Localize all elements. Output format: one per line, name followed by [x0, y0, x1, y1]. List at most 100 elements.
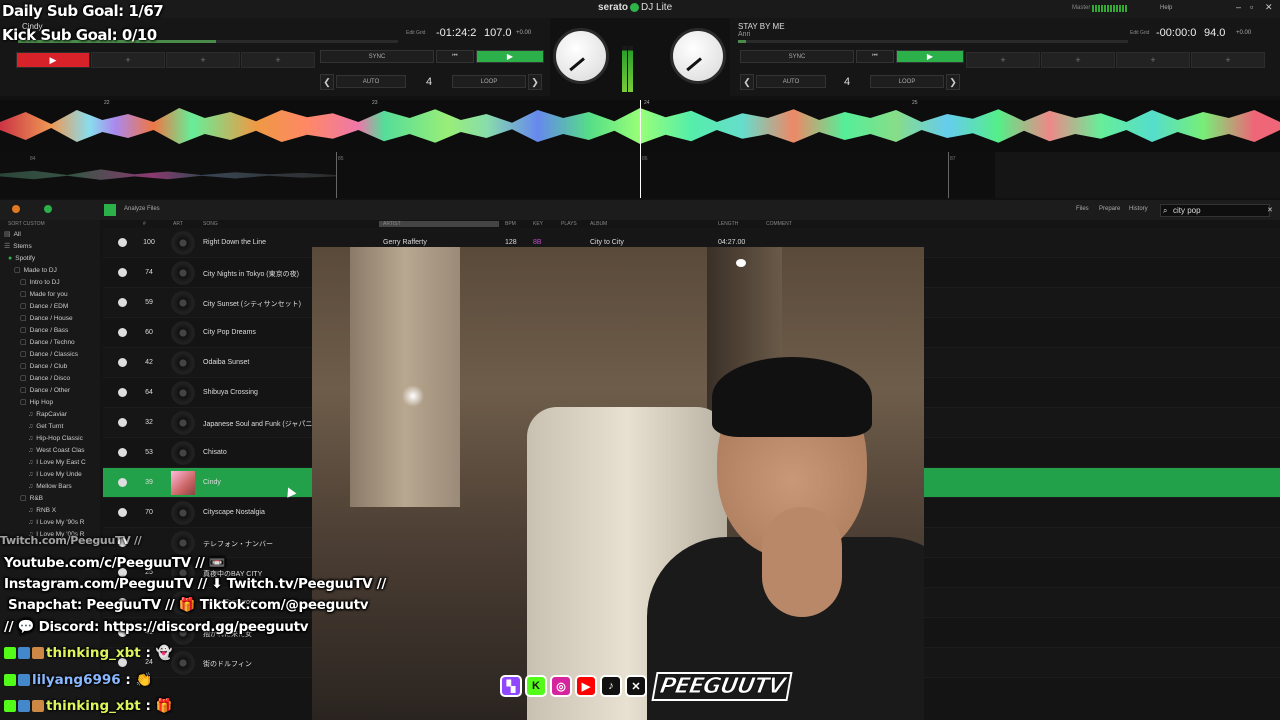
minimize-icon[interactable]: – [1236, 2, 1241, 12]
beat-line [336, 152, 337, 198]
sidebar-item[interactable]: ♫ RapCaviar [0, 408, 100, 420]
help-menu[interactable]: Help [1160, 5, 1172, 11]
sidebar-item[interactable]: ▢ Dance / Bass [0, 324, 100, 336]
cue-pad-3[interactable]: + [166, 52, 240, 68]
sidebar-item[interactable]: ♫ West Coast Clas [0, 444, 100, 456]
col-num[interactable]: # [143, 221, 146, 227]
add-crate-icon[interactable] [12, 205, 20, 213]
deck-left-play-button[interactable]: ▶ [476, 50, 544, 63]
deck-right-jog-knob[interactable] [670, 28, 726, 84]
deck-left-loop-left-button[interactable]: ❮ [320, 74, 334, 90]
sidebar-item[interactable]: ▢ Intro to DJ [0, 276, 100, 288]
sidebar-item[interactable]: ♫ Hip-Hop Classic [0, 432, 100, 444]
play-button-icon[interactable] [118, 478, 127, 487]
track-plays: 53 [145, 449, 153, 456]
deck-left-loop-right-button[interactable]: ❯ [528, 74, 542, 90]
sidebar-item[interactable]: ♫ I Love My East C [0, 456, 100, 468]
deck-left-loop-button[interactable]: LOOP [452, 75, 526, 88]
deck-right-edit-grid[interactable]: Edit Grid [1130, 30, 1149, 36]
deck-right-loop-left-button[interactable]: ❮ [740, 74, 754, 90]
close-icon[interactable]: ✕ [1265, 2, 1273, 13]
track-plays: 42 [145, 359, 153, 366]
col-song[interactable]: SONG [203, 221, 218, 227]
deck-right-loop-button[interactable]: LOOP [870, 75, 944, 88]
sidebar-item-label: RapCaviar [36, 410, 67, 418]
play-button-icon[interactable] [118, 358, 127, 367]
sidebar-item[interactable]: ▢ Made to DJ [0, 264, 100, 276]
deck-left-auto-button[interactable]: AUTO [336, 75, 406, 88]
play-button-icon[interactable] [118, 508, 127, 517]
crate-icon: ♫ [28, 446, 34, 454]
sidebar-item[interactable]: ♫ I Love My '90s R [0, 516, 100, 528]
analyze-files-button[interactable]: Analyze Files [124, 206, 160, 212]
sidebar-item[interactable]: ▢ Hip Hop [0, 396, 100, 408]
deck-left-jog-knob[interactable] [553, 28, 609, 84]
sidebar-item[interactable]: ▢ Dance / House [0, 312, 100, 324]
play-button-icon[interactable] [118, 298, 127, 307]
sidebar-item[interactable]: ▢ Dance / Disco [0, 372, 100, 384]
crate-icon: ▤ [4, 231, 11, 238]
kick-sub-goal: Kick Sub Goal: 0/10 [2, 26, 157, 44]
deck-left-prev-button[interactable]: ⏮ [436, 50, 474, 63]
crate-icon: ▢ [20, 363, 27, 370]
maximize-icon[interactable]: ▫ [1250, 2, 1253, 12]
col-comment[interactable]: COMMENT [766, 221, 792, 227]
cue-pad-2[interactable]: + [1041, 52, 1115, 68]
deck-right-prev-button[interactable]: ⏮ [856, 50, 894, 63]
playhead-marker [640, 100, 641, 152]
col-art[interactable]: ART [173, 221, 183, 227]
cue-pad-3[interactable]: + [1116, 52, 1190, 68]
sidebar-item[interactable]: ☰ Stems [0, 240, 100, 252]
add-smart-crate-icon[interactable] [44, 205, 52, 213]
sidebar-item[interactable]: ● Spotify [0, 252, 100, 264]
deck-left-sync-button[interactable]: SYNC [320, 50, 434, 63]
deck-left-edit-grid[interactable]: Edit Grid [406, 30, 425, 36]
deck-right-auto-button[interactable]: AUTO [756, 75, 826, 88]
clear-search-icon[interactable]: ✕ [1267, 206, 1273, 214]
sidebar-item[interactable]: ♫ RNB X [0, 504, 100, 516]
sidebar-item[interactable]: ▢ R&B [0, 492, 100, 504]
col-length[interactable]: LENGTH [718, 221, 738, 227]
col-key[interactable]: KEY [533, 221, 543, 227]
col-album[interactable]: ALBUM [590, 221, 607, 227]
deck-right-play-button[interactable]: ▶ [896, 50, 964, 63]
sidebar-item[interactable]: ▢ Dance / Classics [0, 348, 100, 360]
deck-right-progress[interactable] [738, 40, 1128, 43]
sidebar-item[interactable]: ▢ Dance / EDM [0, 300, 100, 312]
cue-pad-4[interactable]: + [1191, 52, 1265, 68]
col-plays[interactable]: PLAYS [561, 221, 577, 227]
col-artist[interactable]: ARTIST [379, 221, 499, 227]
play-button-icon[interactable] [118, 388, 127, 397]
cue-pad-1[interactable]: ▶ [16, 52, 90, 68]
sidebar-item[interactable]: ♫ Get Turnt [0, 420, 100, 432]
sidebar-item[interactable]: ♫ Mellow Bars [0, 480, 100, 492]
play-button-icon[interactable] [118, 268, 127, 277]
search-input[interactable]: ⌕ city pop [1160, 204, 1270, 217]
cue-pad-1[interactable]: + [966, 52, 1040, 68]
wave-marker: 23 [372, 100, 378, 106]
cue-pad-4[interactable]: + [241, 52, 315, 68]
play-button-icon[interactable] [118, 328, 127, 337]
prepare-button[interactable]: Prepare [1099, 206, 1120, 212]
files-button[interactable]: Files [1076, 206, 1089, 212]
view-toggle-icon[interactable] [104, 204, 116, 216]
overview-waveform[interactable]: 84 85 86 87 [0, 152, 1280, 198]
sidebar-item[interactable]: ▢ Dance / Techno [0, 336, 100, 348]
play-button-icon[interactable] [118, 418, 127, 427]
deck-right-sync-button[interactable]: SYNC [740, 50, 854, 63]
sidebar-item[interactable]: ▢ Made for you [0, 288, 100, 300]
col-bpm[interactable]: BPM [505, 221, 516, 227]
ceiling-light [736, 259, 746, 267]
emote-icon: 👏 [135, 672, 153, 688]
sidebar-item[interactable]: ▢ Dance / Club [0, 360, 100, 372]
sidebar-item[interactable]: ♫ I Love My Unde [0, 468, 100, 480]
play-button-icon[interactable] [118, 238, 127, 247]
chat-username: thinking_xbt [46, 698, 141, 714]
main-waveform[interactable]: 22 23 24 25 [0, 100, 1280, 152]
play-button-icon[interactable] [118, 448, 127, 457]
history-button[interactable]: History [1129, 206, 1148, 212]
cue-pad-2[interactable]: + [91, 52, 165, 68]
sidebar-item[interactable]: ▢ Dance / Other [0, 384, 100, 396]
sidebar-item[interactable]: ▤ All [0, 228, 100, 240]
deck-right-loop-right-button[interactable]: ❯ [946, 74, 960, 90]
